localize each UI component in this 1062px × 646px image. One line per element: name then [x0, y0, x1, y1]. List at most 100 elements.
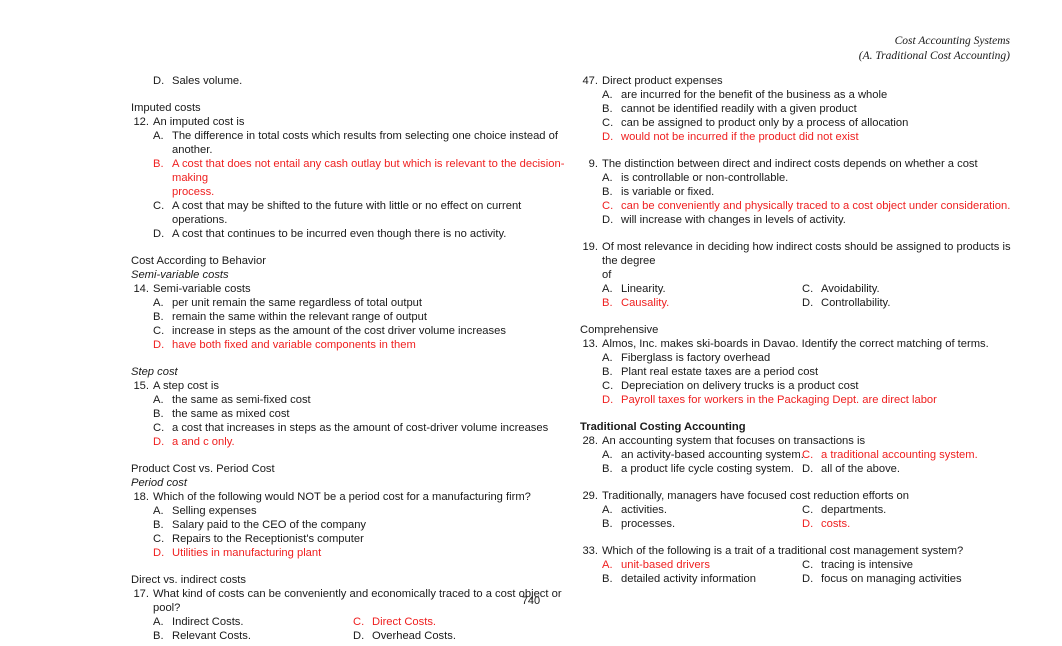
page-number: 740: [521, 595, 541, 607]
answer-letter: B.: [602, 366, 613, 378]
answer-text: is controllable or non-controllable.: [621, 172, 789, 184]
question: 13. Almos, Inc. makes ski-boards in Davao…: [580, 337, 1020, 351]
answer-option: A. per unit remain the same regardless of…: [131, 296, 571, 310]
answer-letter: B.: [602, 518, 613, 530]
answer-text: A cost that continues to be incurred eve…: [172, 228, 507, 240]
answer-text: A cost that does not entail any cash out…: [172, 158, 565, 184]
answer-option: D. costs.: [802, 517, 850, 531]
question: 19. Of most relevance in deciding how ind…: [580, 240, 1020, 282]
answer-option: B. Salary paid to the CEO of the company: [131, 518, 571, 532]
question-number: 28.: [582, 435, 598, 447]
answer-letter: B.: [602, 297, 613, 309]
section-heading: Traditional Costing Accounting: [580, 421, 746, 433]
question-stem: An accounting system that focuses on tra…: [602, 435, 866, 447]
answer-option: B. cannot be identified readily with a gi…: [580, 102, 1020, 116]
answer-row: B. Causality. D. Controllability.: [580, 296, 1020, 310]
answer-letter: D.: [802, 518, 814, 530]
answer-option: D. a and c only.: [131, 435, 571, 449]
running-header-line1: Cost Accounting Systems: [894, 35, 1010, 47]
answer-row: B. detailed activity information D. focus o…: [580, 572, 1020, 586]
answer-option: D. focus on managing activities: [802, 572, 962, 586]
answer-option: B. detailed activity information: [602, 572, 756, 586]
answer-letter: B.: [153, 408, 164, 420]
question-number: 13.: [582, 338, 598, 350]
answer-option: D. Payroll taxes for workers in the Packa…: [580, 393, 1020, 407]
answer-text: Overhead Costs.: [372, 630, 456, 642]
answer-option: B. Relevant Costs.: [153, 629, 251, 643]
answer-text: Controllability.: [821, 297, 891, 309]
question: 14. Semi-variable costs: [131, 282, 571, 296]
answer-letter: B.: [153, 630, 164, 642]
answer-text: a and c only.: [172, 436, 235, 448]
answer-letter: B.: [602, 463, 613, 475]
answer-letter: C.: [602, 117, 614, 129]
answer-text: Fiberglass is factory overhead: [621, 352, 771, 364]
answer-letter: C.: [153, 533, 165, 545]
question: 29. Traditionally, managers have focused …: [580, 489, 1020, 503]
subsection-heading: Semi-variable costs: [131, 269, 229, 281]
answer-option: C. Repairs to the Receptionist's computer: [131, 532, 571, 546]
answer-text: Sales volume.: [172, 75, 243, 87]
answer-row: A. activities. C. departments.: [580, 503, 1020, 517]
question: 28. An accounting system that focuses on …: [580, 434, 1020, 448]
answer-letter: C.: [153, 200, 165, 212]
answer-option: A. are incurred for the benefit of the bu…: [580, 88, 1020, 102]
answer-row: A. an activity-based accounting system. C.…: [580, 448, 1020, 462]
answer-text: focus on managing activities: [821, 573, 962, 585]
answer-option: C. can be conveniently and physically tra…: [580, 199, 1020, 213]
answer-row: A. Linearity. C. Avoidability.: [580, 282, 1020, 296]
question-stem-continued: of: [602, 269, 612, 281]
answer-option: D. A cost that continues to be incurred e…: [131, 227, 571, 241]
answer-letter: C.: [802, 449, 814, 461]
answer-option: D. Sales volume.: [131, 74, 571, 88]
answer-option: D. Overhead Costs.: [353, 629, 456, 643]
answer-option: B. A cost that does not entail any cash o…: [131, 157, 571, 199]
answer-option: D. will increase with changes in levels o…: [580, 213, 1020, 227]
section-heading: Cost According to Behavior: [131, 255, 266, 267]
left-text-column: D. Sales volume. Imputed costs 12. An impute…: [131, 74, 571, 643]
answer-option: B. is variable or fixed.: [580, 185, 1020, 199]
answer-text: Relevant Costs.: [172, 630, 251, 642]
section-heading: Direct vs. indirect costs: [131, 574, 247, 586]
answer-option: C. can be assigned to product only by a p…: [580, 116, 1020, 130]
answer-text-continued: process.: [172, 186, 215, 198]
answer-row: B. processes. D. costs.: [580, 517, 1020, 531]
answer-text: a traditional accounting system.: [821, 449, 978, 461]
answer-text: a cost that increases in steps as the am…: [172, 422, 549, 434]
section-heading: Imputed costs: [131, 102, 201, 114]
answer-option: D. all of the above.: [802, 462, 900, 476]
answer-letter: D.: [153, 339, 165, 351]
question: 18. Which of the following would NOT be a…: [131, 490, 571, 504]
answer-letter: A.: [153, 394, 164, 406]
answer-text: an activity-based accounting system.: [621, 449, 804, 461]
answer-option: C. a traditional accounting system.: [802, 448, 978, 462]
answer-letter: A.: [602, 352, 613, 364]
answer-option: A. is controllable or non-controllable.: [580, 171, 1020, 185]
question: 47. Direct product expenses: [580, 74, 1020, 88]
answer-letter: A.: [153, 130, 164, 142]
answer-letter: D.: [153, 75, 165, 87]
answer-option: B. Causality.: [602, 296, 669, 310]
answer-letter: A.: [602, 172, 613, 184]
answer-letter: C.: [802, 283, 814, 295]
answer-letter: D.: [153, 436, 165, 448]
answer-letter: A.: [602, 504, 613, 516]
subsection-heading: Step cost: [131, 366, 178, 378]
answer-option: A. unit-based drivers: [602, 558, 710, 572]
answer-letter: D.: [602, 214, 614, 226]
answer-letter: B.: [153, 519, 164, 531]
answer-option: C. A cost that may be shifted to the futu…: [131, 199, 571, 227]
answer-letter: A.: [602, 559, 613, 571]
answer-letter: B.: [602, 186, 613, 198]
running-header-line2: (A. Traditional Cost Accounting): [858, 50, 1010, 62]
question-number: 29.: [582, 490, 598, 502]
section-heading: Product Cost vs. Period Cost: [131, 463, 275, 475]
question-number: 47.: [582, 75, 598, 87]
answer-option: A. Indirect Costs.: [153, 615, 244, 629]
subsection-heading: Period cost: [131, 477, 187, 489]
answer-letter: D.: [602, 131, 614, 143]
